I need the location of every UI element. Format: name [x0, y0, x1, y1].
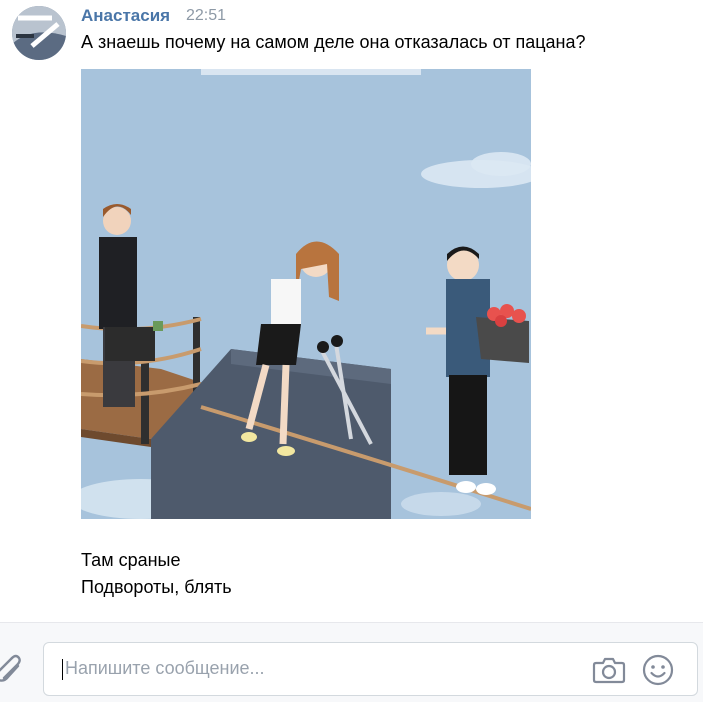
message-line: Подвороты, блять — [81, 577, 232, 597]
avatar[interactable] — [12, 6, 66, 60]
text-caret — [62, 659, 63, 680]
camera-icon[interactable] — [592, 654, 626, 686]
message-time[interactable]: 22:51 — [186, 7, 226, 25]
message-input-placeholder: Напишите сообщение... — [65, 658, 265, 678]
smile-icon[interactable] — [641, 653, 675, 687]
message-text-lines: Там сраные Подвороты, блять — [81, 547, 232, 601]
paperclip-icon[interactable] — [0, 650, 22, 684]
message-text: А знаешь почему на самом деле она отказа… — [81, 32, 586, 52]
comic-image[interactable] — [81, 69, 531, 519]
message-line: Там сраные — [81, 550, 181, 570]
author-name[interactable]: Анастасия — [81, 6, 170, 26]
